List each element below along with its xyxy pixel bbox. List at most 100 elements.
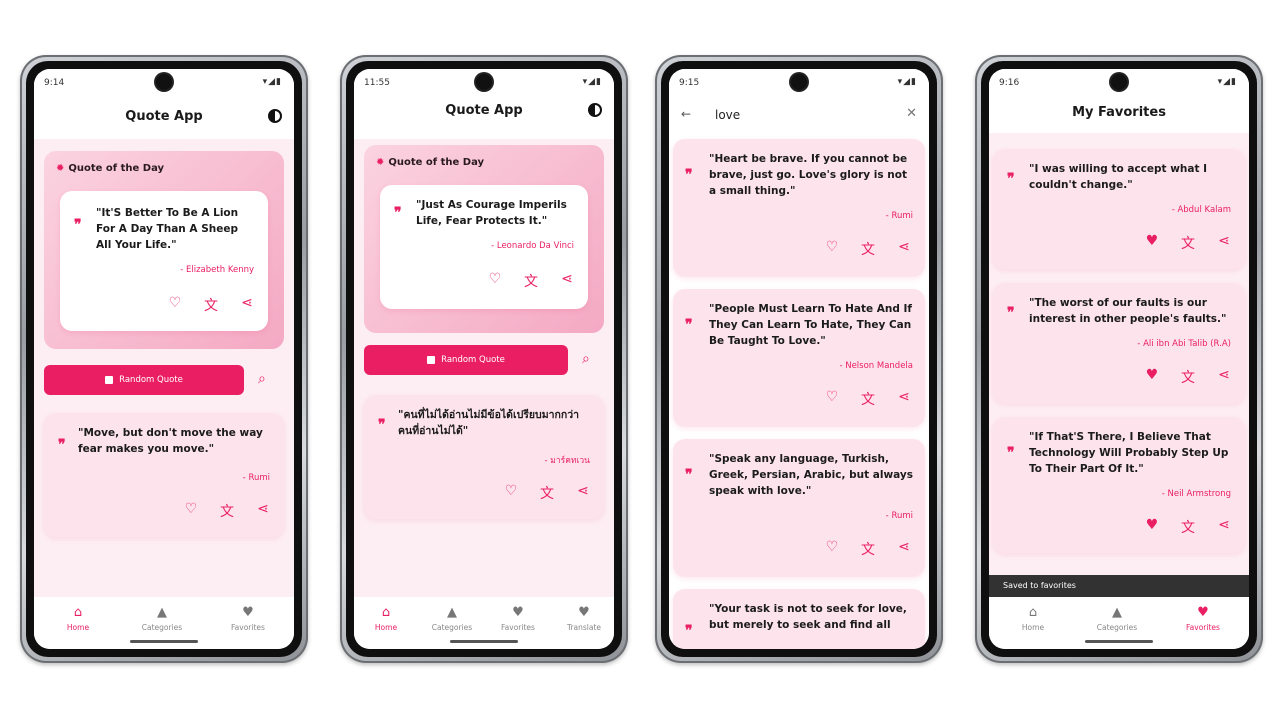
translate-icon[interactable]: 文 <box>859 539 877 559</box>
heart-icon[interactable]: ♡ <box>486 271 504 291</box>
favorites-icon: ♥ <box>512 605 524 620</box>
translate-icon[interactable]: 文 <box>859 239 877 259</box>
share-icon[interactable]: ⋖ <box>895 539 913 559</box>
qod-quote-card: ❞ "Just As Courage Imperils Life, Fear P… <box>380 185 588 309</box>
result-author: - Nelson Mandela <box>839 361 913 371</box>
share-icon[interactable]: ⋖ <box>1215 367 1233 387</box>
theme-toggle-icon[interactable] <box>268 109 282 123</box>
translate-icon[interactable]: 文 <box>218 501 236 521</box>
heart-filled-icon[interactable]: ♥ <box>1143 233 1161 253</box>
share-icon[interactable]: ⋖ <box>1215 517 1233 537</box>
qod-header-label: Quote of the Day <box>68 163 165 174</box>
translate-icon[interactable]: 文 <box>1179 233 1197 253</box>
categories-icon: ▲ <box>447 605 457 620</box>
favorite-actions: ♥ 文 ⋖ <box>1143 233 1233 253</box>
heart-icon[interactable]: ♡ <box>182 501 200 521</box>
nav-favorites[interactable]: ♥ Favorites <box>218 605 278 632</box>
heart-icon[interactable]: ♡ <box>823 239 841 259</box>
camera-cutout <box>791 74 807 90</box>
share-icon[interactable]: ⋖ <box>895 239 913 259</box>
favorite-quote-text: "If That'S There, I Believe That Technol… <box>1029 431 1229 475</box>
share-icon[interactable]: ⋖ <box>558 271 576 291</box>
sun-icon: ✹ <box>376 157 385 168</box>
nav-categories-label: Categories <box>1096 623 1138 632</box>
share-icon[interactable]: ⋖ <box>1215 233 1233 253</box>
translate-icon[interactable]: 文 <box>859 389 877 409</box>
back-arrow-icon[interactable]: ← <box>681 107 691 121</box>
result-author: - Rumi <box>885 511 913 521</box>
nav-translate-label: Translate <box>566 623 602 632</box>
translate-icon[interactable]: 文 <box>1179 367 1197 387</box>
camera-cutout <box>156 74 172 90</box>
favorite-quote-text: "The worst of our faults is our interest… <box>1029 297 1227 325</box>
nav-home[interactable]: ⌂ Home <box>356 605 416 632</box>
qod-header: ✹ Quote of the Day <box>376 157 484 168</box>
dice-icon <box>427 356 436 364</box>
random-quote-button[interactable]: Random Quote <box>364 345 568 375</box>
camera-cutout <box>1111 74 1127 90</box>
phone-home-screen: 9:14 ▾◢▮ Quote App ✹ Quote of the Day ❞ "… <box>20 55 308 663</box>
nav-favorites-label: Favorites <box>1186 623 1220 632</box>
favorite-author: - Abdul Kalam <box>1171 205 1231 215</box>
share-icon[interactable]: ⋖ <box>574 483 592 503</box>
categories-icon: ▲ <box>1112 605 1122 620</box>
home-icon: ⌂ <box>1028 605 1038 620</box>
close-icon[interactable]: ✕ <box>906 106 917 121</box>
quote-author: - Rumi <box>242 473 270 483</box>
favorite-author: - Neil Armstrong <box>1161 489 1231 499</box>
share-icon[interactable]: ⋖ <box>238 295 256 315</box>
phone-search-screen: 9:15 ▾◢▮ ← love ✕ ❞ "Heart be brave. If … <box>655 55 943 663</box>
quote-author: - มาร์คทเวน <box>544 456 591 466</box>
nav-categories[interactable]: ▲ Categories <box>132 605 192 632</box>
translate-icon[interactable]: 文 <box>522 271 540 291</box>
quote-mark-icon: ❞ <box>685 623 693 639</box>
heart-filled-icon[interactable]: ♥ <box>1143 517 1161 537</box>
status-time: 9:15 <box>679 78 700 88</box>
translate-icon[interactable]: 文 <box>202 295 220 315</box>
app-title: Quote App <box>445 103 523 118</box>
random-quote-button[interactable]: Random Quote <box>44 365 244 395</box>
random-quote-label: Random Quote <box>441 355 505 365</box>
favorite-card: ❞ "The worst of our faults is our intere… <box>993 283 1245 403</box>
nav-categories[interactable]: ▲ Categories <box>1087 605 1147 632</box>
search-bar: ← love ✕ <box>669 95 929 135</box>
translate-icon[interactable]: 文 <box>538 483 556 503</box>
app-bar: My Favorites <box>989 95 1249 133</box>
phone-favorites-screen: 9:16 ▾◢▮ My Favorites ❞ "I was willing t… <box>975 55 1263 663</box>
favorite-card: ❞ "If That'S There, I Believe That Techn… <box>993 417 1245 553</box>
quote-of-the-day-card: ✹ Quote of the Day ❞ "Just As Courage Imp… <box>364 145 604 333</box>
quote-text: "คนที่ไม่ได้อ่านไม่มีข้อได้เปรียบมากกว่า… <box>398 409 580 437</box>
favorites-icon: ♥ <box>1197 605 1209 620</box>
heart-icon[interactable]: ♡ <box>823 389 841 409</box>
nav-favorites[interactable]: ♥ Favorites <box>488 605 548 632</box>
favorites-icon: ♥ <box>242 605 254 620</box>
dice-icon <box>105 376 114 384</box>
nav-favorites[interactable]: ♥ Favorites <box>1173 605 1233 632</box>
nav-translate[interactable]: ♥ Translate <box>554 605 614 632</box>
nav-categories[interactable]: ▲ Categories <box>422 605 482 632</box>
search-icon[interactable]: ⌕ <box>582 351 590 367</box>
status-time: 11:55 <box>364 78 390 88</box>
heart-icon[interactable]: ♡ <box>166 295 184 315</box>
favorite-actions: ♥ 文 ⋖ <box>1143 367 1233 387</box>
bottom-nav: ⌂ Home ▲ Categories ♥ Favorites <box>989 597 1249 649</box>
heart-icon[interactable]: ♡ <box>502 483 520 503</box>
nav-home[interactable]: ⌂ Home <box>48 605 108 632</box>
heart-icon[interactable]: ♡ <box>823 539 841 559</box>
quote-actions: ♡ 文 ⋖ <box>182 501 272 521</box>
share-icon[interactable]: ⋖ <box>254 501 272 521</box>
quote-mark-icon: ❞ <box>74 217 82 233</box>
theme-toggle-icon[interactable] <box>588 103 602 117</box>
share-icon[interactable]: ⋖ <box>895 389 913 409</box>
heart-filled-icon[interactable]: ♥ <box>1143 367 1161 387</box>
nav-home[interactable]: ⌂ Home <box>1003 605 1063 632</box>
quote-text: "Move, but don't move the way fear makes… <box>78 427 263 455</box>
translate-icon[interactable]: 文 <box>1179 517 1197 537</box>
status-icons: ▾◢▮ <box>262 77 282 87</box>
search-icon[interactable]: ⌕ <box>258 371 266 387</box>
qod-actions: ♡ 文 ⋖ <box>166 295 256 315</box>
search-input[interactable]: love <box>715 108 740 122</box>
qod-quote-text: "Just As Courage Imperils Life, Fear Pro… <box>416 199 567 227</box>
quote-mark-icon: ❞ <box>58 437 66 453</box>
status-icons: ▾◢▮ <box>582 77 602 87</box>
